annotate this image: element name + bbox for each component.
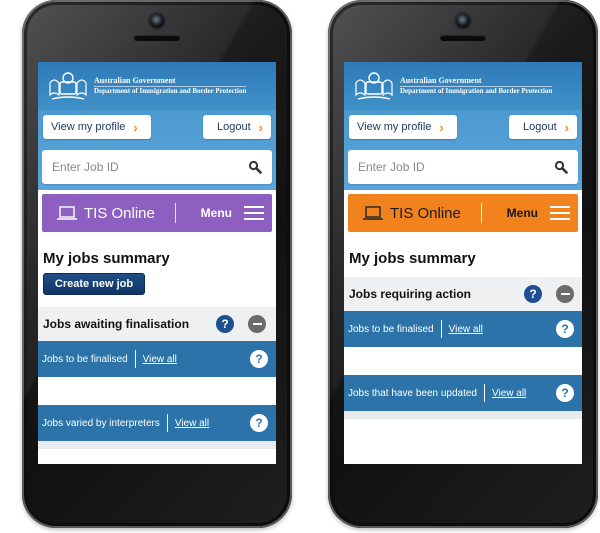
section-title: Jobs awaiting finalisation bbox=[43, 317, 190, 331]
collapse-icon[interactable] bbox=[248, 315, 266, 333]
search-icon[interactable] bbox=[248, 160, 262, 174]
divider bbox=[344, 411, 582, 419]
divider bbox=[480, 203, 482, 223]
help-icon[interactable]: ? bbox=[524, 285, 542, 303]
phone-screen-right: Australian Government Department of Immi… bbox=[344, 62, 582, 464]
row-label: Jobs varied by interpreters bbox=[42, 417, 160, 429]
section-header: Jobs requiring action ? bbox=[344, 277, 582, 311]
earpiece-speaker bbox=[440, 35, 486, 41]
create-new-job-button[interactable]: Create new job bbox=[43, 273, 145, 295]
list-item: Jobs to be finalised View all ? bbox=[38, 341, 276, 377]
logout-label: Logout bbox=[523, 121, 557, 133]
collapse-icon[interactable] bbox=[556, 285, 574, 303]
laptop-icon bbox=[57, 206, 77, 220]
job-search-box bbox=[348, 150, 578, 184]
divider bbox=[484, 384, 485, 402]
list-item: Jobs to be finalised View all ? bbox=[344, 311, 582, 347]
logout-button[interactable]: Logout › bbox=[509, 115, 577, 139]
app-title: TIS Online bbox=[390, 204, 461, 222]
view-profile-button[interactable]: View my profile › bbox=[349, 115, 457, 139]
gov-name: Australian Government bbox=[400, 75, 482, 85]
help-icon[interactable]: ? bbox=[250, 350, 268, 368]
menu-label[interactable]: Menu bbox=[201, 206, 232, 220]
view-profile-button[interactable]: View my profile › bbox=[43, 115, 151, 139]
row-label: Jobs that have been updated bbox=[348, 387, 477, 399]
job-id-input[interactable] bbox=[358, 160, 554, 174]
section-title: Jobs requiring action bbox=[349, 287, 472, 301]
empty-region bbox=[344, 347, 582, 375]
app-bar: TIS Online Menu bbox=[42, 194, 272, 232]
hamburger-icon[interactable] bbox=[244, 206, 264, 220]
government-header: Australian Government Department of Immi… bbox=[38, 62, 276, 110]
department-name: Department of Immigration and Border Pro… bbox=[94, 86, 247, 96]
nav-band: View my profile › Logout › bbox=[38, 110, 276, 190]
nav-band: View my profile › Logout › bbox=[344, 110, 582, 190]
empty-region bbox=[38, 377, 276, 405]
job-search-box bbox=[42, 150, 272, 184]
page-title: My jobs summary bbox=[349, 250, 476, 267]
coat-of-arms-icon bbox=[355, 72, 393, 100]
menu-label[interactable]: Menu bbox=[507, 206, 538, 220]
list-item: Jobs varied by interpreters View all ? bbox=[38, 405, 276, 441]
divider bbox=[174, 203, 176, 223]
help-icon[interactable]: ? bbox=[556, 320, 574, 338]
chevron-right-icon: › bbox=[133, 119, 138, 135]
government-header: Australian Government Department of Immi… bbox=[344, 62, 582, 110]
job-id-input[interactable] bbox=[52, 160, 248, 174]
phone-right: Australian Government Department of Immi… bbox=[328, 0, 598, 528]
section-header: Jobs awaiting finalisation ? bbox=[38, 307, 276, 341]
help-icon[interactable]: ? bbox=[556, 384, 574, 402]
front-camera bbox=[150, 14, 164, 28]
divider bbox=[166, 414, 168, 432]
chevron-right-icon: › bbox=[258, 119, 263, 135]
department-name: Department of Immigration and Border Pro… bbox=[400, 86, 553, 96]
search-icon[interactable] bbox=[554, 160, 568, 174]
phone-screen-left: Australian Government Department of Immi… bbox=[38, 62, 276, 464]
view-profile-label: View my profile bbox=[51, 121, 126, 133]
divider bbox=[38, 441, 276, 449]
app-bar: TIS Online Menu bbox=[348, 194, 578, 232]
row-label: Jobs to be finalised bbox=[348, 323, 434, 335]
row-label: Jobs to be finalised bbox=[42, 353, 128, 365]
view-profile-label: View my profile bbox=[357, 121, 432, 133]
logout-button[interactable]: Logout › bbox=[203, 115, 271, 139]
front-camera bbox=[456, 14, 470, 28]
view-all-link[interactable]: View all bbox=[492, 388, 526, 399]
divider bbox=[134, 350, 136, 368]
view-all-link[interactable]: View all bbox=[175, 418, 209, 429]
list-item: Jobs that have been updated View all ? bbox=[344, 375, 582, 411]
view-all-link[interactable]: View all bbox=[449, 324, 483, 335]
coat-of-arms-icon bbox=[49, 72, 87, 100]
divider bbox=[440, 320, 442, 338]
phone-left: Australian Government Department of Immi… bbox=[22, 0, 292, 528]
help-icon[interactable]: ? bbox=[216, 315, 234, 333]
help-icon[interactable]: ? bbox=[250, 414, 268, 432]
view-all-link[interactable]: View all bbox=[143, 354, 177, 365]
page-title: My jobs summary bbox=[43, 250, 170, 267]
chevron-right-icon: › bbox=[439, 119, 444, 135]
earpiece-speaker bbox=[134, 35, 180, 41]
chevron-right-icon: › bbox=[564, 119, 569, 135]
laptop-icon bbox=[363, 206, 383, 220]
gov-name: Australian Government bbox=[94, 75, 176, 85]
hamburger-icon[interactable] bbox=[550, 206, 570, 220]
app-title: TIS Online bbox=[84, 204, 155, 222]
logout-label: Logout bbox=[217, 121, 251, 133]
